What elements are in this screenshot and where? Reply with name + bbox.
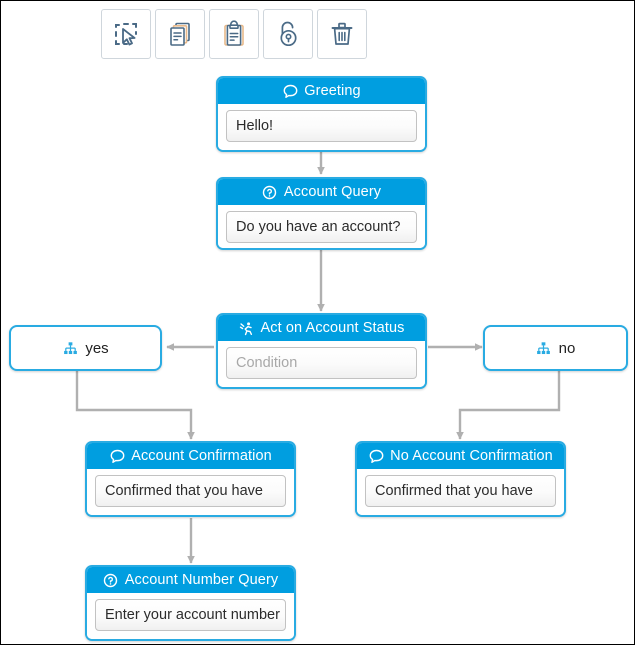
speech-bubble-icon [282,83,298,99]
node-no-account-confirmation[interactable]: No Account Confirmation Confirmed that y… [355,441,566,517]
node-condition-field[interactable]: Condition [226,347,417,379]
node-account-query[interactable]: Account Query Do you have an account? [216,177,427,250]
question-circle-icon [103,572,119,588]
node-header: Act on Account Status [218,315,425,341]
sitemap-icon [62,340,78,356]
connector-yes-to-account-confirmation [75,371,195,440]
node-title: Greeting [304,82,361,99]
node-text-field[interactable]: Enter your account number [95,599,286,631]
node-account-confirmation[interactable]: Account Confirmation Confirmed that you … [85,441,296,517]
sitemap-icon [536,340,552,356]
node-body: Condition [218,341,425,387]
node-text-field[interactable]: Confirmed that you have [95,475,286,507]
node-header: Greeting [218,78,425,104]
node-title: Account Number Query [124,571,279,588]
node-body: Confirmed that you have [87,469,294,515]
connector-no-to-no-account-confirmation [456,371,561,440]
node-title: Account Confirmation [131,447,272,464]
branch-node-no[interactable]: no [483,325,628,371]
node-header: Account Query [218,179,425,205]
node-body: Hello! [218,104,425,150]
question-circle-icon [262,184,278,200]
branch-node-yes[interactable]: yes [9,325,162,371]
speech-bubble-icon [109,448,125,464]
node-account-number-query[interactable]: Account Number Query Enter your account … [85,565,296,641]
node-title: Account Query [283,183,382,200]
speech-bubble-icon [368,448,384,464]
node-header: No Account Confirmation [357,443,564,469]
node-body: Do you have an account? [218,205,425,248]
branch-label: yes [85,339,109,357]
runner-icon [239,320,255,336]
node-greeting[interactable]: Greeting Hello! [216,76,427,152]
node-body: Enter your account number [87,593,294,639]
node-text-field[interactable]: Do you have an account? [226,211,417,243]
node-title: Act on Account Status [260,319,405,336]
node-text-field[interactable]: Hello! [226,110,417,142]
diagram-canvas[interactable]: Greeting Hello! Account Query Do you hav… [1,1,634,644]
node-body: Confirmed that you have [357,469,564,515]
node-header: Account Number Query [87,567,294,593]
node-text-field[interactable]: Confirmed that you have [365,475,556,507]
node-act-on-account-status[interactable]: Act on Account Status Condition [216,313,427,389]
flow-editor: Greeting Hello! Account Query Do you hav… [0,0,635,645]
node-title: No Account Confirmation [390,447,553,464]
node-header: Account Confirmation [87,443,294,469]
branch-label: no [558,339,576,357]
